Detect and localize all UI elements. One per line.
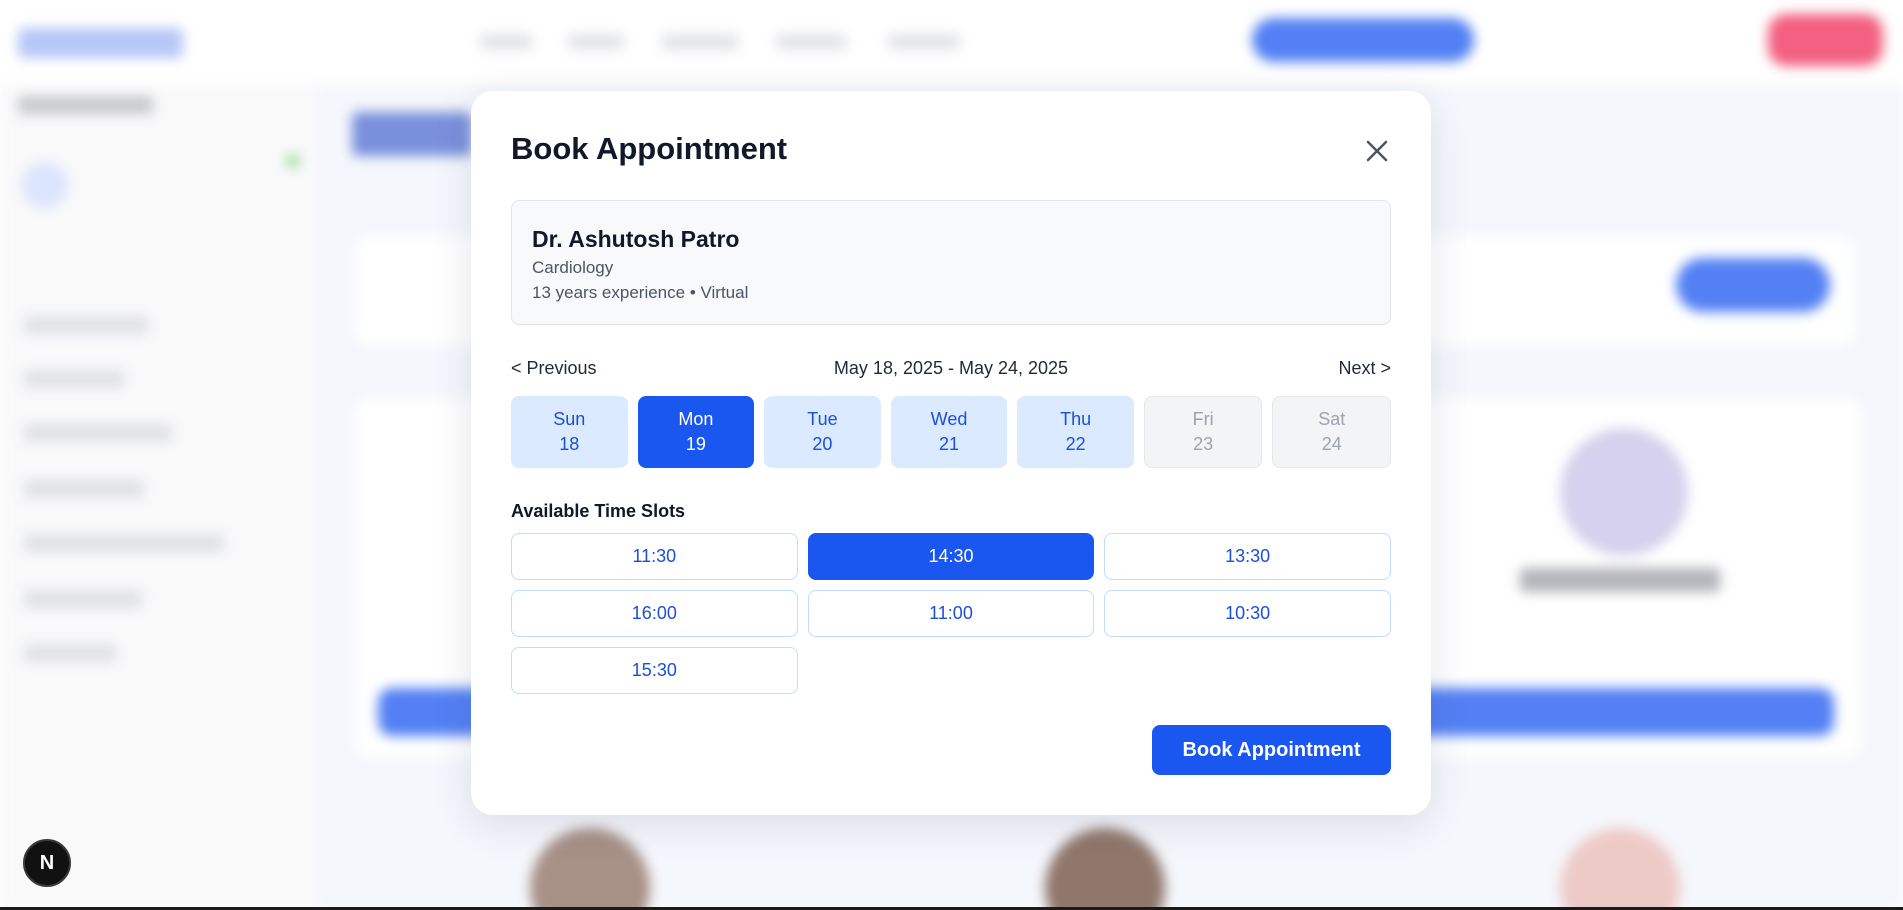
close-icon [1366,140,1388,162]
day-date: 20 [812,434,833,454]
previous-week-button[interactable]: < Previous [511,358,597,379]
time-slot-button[interactable]: 15:30 [511,647,798,694]
next-week-button[interactable]: Next > [1338,358,1391,379]
day-button-sat: Sat 24 [1272,396,1392,468]
time-slot-button[interactable]: 14:30 [807,533,1095,580]
day-date: 21 [939,434,960,454]
doctor-name: Dr. Ashutosh Patro [532,226,740,252]
dev-tools-badge[interactable]: N [23,839,71,887]
week-range: May 18, 2025 - May 24, 2025 [833,358,1069,378]
time-slots-label: Available Time Slots [511,501,686,521]
day-name: Fri [1192,409,1214,429]
day-button-tue[interactable]: Tue 20 [764,396,881,468]
time-slot-button[interactable]: 11:00 [807,590,1095,637]
day-selector: Sun 18 Mon 19 Tue 20 Wed 21 Thu 22 Fri 23 Sat 24 [511,396,1392,468]
day-date: 19 [685,434,706,454]
time-slot-button[interactable]: 13:30 [1104,533,1391,580]
day-name: Thu [1060,409,1092,429]
week-navigation: May 18, 2025 - May 24, 2025 < Previous N… [511,358,1391,382]
day-date: 22 [1065,434,1086,454]
time-slot-button[interactable]: 10:30 [1104,590,1391,637]
close-button[interactable] [1361,135,1393,167]
day-name: Tue [807,409,838,429]
doctor-specialty: Cardiology [532,258,614,277]
doctor-details: 13 years experience • Virtual [532,283,749,302]
time-slots-grid: 11:30 14:30 13:30 16:00 11:00 10:30 15:30 [511,533,1391,694]
time-slot-button[interactable]: 11:30 [511,533,798,580]
day-button-sun[interactable]: Sun 18 [511,396,628,468]
modal-title: Book Appointment [511,131,788,166]
book-appointment-modal: Book Appointment Dr. Ashutosh Patro Card… [471,91,1431,815]
day-button-thu[interactable]: Thu 22 [1017,396,1134,468]
day-button-wed[interactable]: Wed 21 [890,396,1008,468]
day-name: Mon [678,409,714,429]
day-name: Sat [1318,409,1346,429]
book-appointment-button[interactable]: Book Appointment [1152,725,1391,775]
time-slot-button[interactable]: 16:00 [511,590,798,637]
day-button-mon[interactable]: Mon 19 [637,396,755,468]
day-name: Wed [930,409,968,429]
day-button-fri: Fri 23 [1143,396,1263,468]
day-date: 23 [1193,434,1214,454]
day-date: 24 [1321,434,1342,454]
day-date: 18 [559,434,580,454]
doctor-info-card: Dr. Ashutosh Patro Cardiology 13 years e… [511,200,1391,325]
day-name: Sun [553,409,586,429]
